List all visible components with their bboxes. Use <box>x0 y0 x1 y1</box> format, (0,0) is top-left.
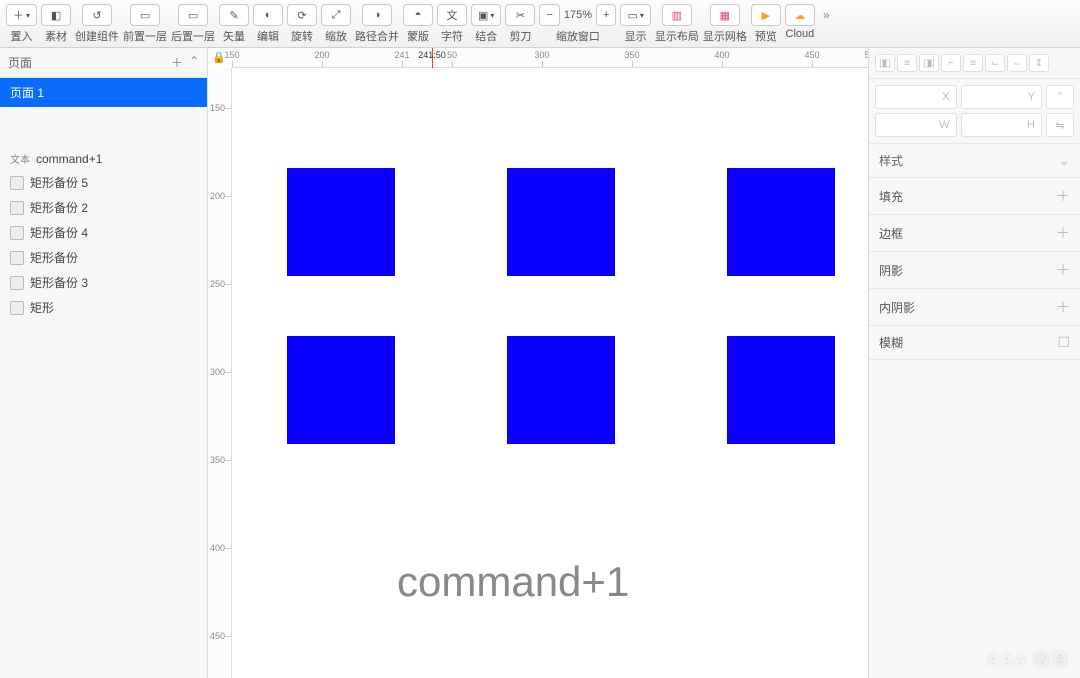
inner-shadow-section[interactable]: 内阴影＋ <box>869 289 1080 326</box>
add-inner-shadow-icon[interactable]: ＋ <box>1056 297 1070 317</box>
canvas[interactable]: 🔒 241:50 15020024150300350400450500 1502… <box>208 48 868 678</box>
angle-input[interactable]: ° <box>1046 85 1074 109</box>
scissors-button[interactable]: ✂ <box>505 4 535 26</box>
align-center-h-button[interactable]: ≡ <box>897 54 917 72</box>
rect-3[interactable] <box>727 168 835 276</box>
shape-icon <box>10 201 24 215</box>
insert-button[interactable]: ＋▾ <box>6 4 37 26</box>
text-button[interactable]: 文 <box>437 4 467 26</box>
rect-6[interactable] <box>727 336 835 444</box>
right-panel: |◧ ≡ ◨| ⌐ ≡ ⌙ ⇔ ⇕ X Y ° W H ⇋ 样式⌄ 填充＋ 边框… <box>868 48 1080 678</box>
distribute-h-button[interactable]: ⇔ <box>1007 54 1027 72</box>
rotate-button[interactable]: ⟳ <box>287 4 317 26</box>
rect-1[interactable] <box>287 168 395 276</box>
edit-button[interactable]: ◐ <box>253 4 283 26</box>
toolbar: ＋▾置入 ◧素材 ↺创建组件 ▭前置一层 ▭后置一层 ✎矢量 ◐编辑 ⟳旋转 ⤢… <box>0 0 1080 48</box>
layer-text[interactable]: 文本command+1 <box>0 147 207 170</box>
add-shadow-icon[interactable]: ＋ <box>1056 260 1070 280</box>
blur-toggle[interactable]: ☐ <box>1057 334 1070 351</box>
left-panel: 页面 ＋ ⌃ 页面 1 文本command+1 矩形备份 5 矩形备份 2 矩形… <box>0 48 208 678</box>
rect-4[interactable] <box>287 336 395 444</box>
add-page-icon[interactable]: ＋ <box>171 54 183 71</box>
path-combine-button[interactable]: ◑ <box>362 4 392 26</box>
align-top-button[interactable]: ⌐ <box>941 54 961 72</box>
mask-button[interactable]: ◓ <box>403 4 433 26</box>
blur-section[interactable]: 模糊☐ <box>869 326 1080 360</box>
layer-rect-copy-5[interactable]: 矩形备份 5 <box>0 170 207 195</box>
layer-rect-copy[interactable]: 矩形备份 <box>0 245 207 270</box>
assets-button[interactable]: ◧ <box>41 4 71 26</box>
create-symbol-button[interactable]: ↺ <box>82 4 112 26</box>
pages-label: 页面 <box>8 54 32 71</box>
fill-section[interactable]: 填充＋ <box>869 178 1080 215</box>
zoom-out-button[interactable]: − <box>539 4 559 26</box>
display-button[interactable]: ▭▾ <box>620 4 650 26</box>
canvas-text[interactable]: command+1 <box>397 558 629 606</box>
h-input[interactable]: H <box>961 113 1043 137</box>
page-item-1[interactable]: 页面 1 <box>0 78 207 107</box>
show-grid-button[interactable]: ▦ <box>710 4 740 26</box>
chevron-down-icon[interactable]: ⌄ <box>1058 152 1070 169</box>
shape-icon <box>10 251 24 265</box>
y-input[interactable]: Y <box>961 85 1043 109</box>
toolbar-overflow-icon[interactable]: » <box>819 4 834 26</box>
flip-button[interactable]: ⇋ <box>1046 113 1074 137</box>
zoom-in-button[interactable]: + <box>596 4 616 26</box>
artboard[interactable]: command+1 <box>232 68 868 678</box>
rect-2[interactable] <box>507 168 615 276</box>
scale-button[interactable]: ⤢ <box>321 4 351 26</box>
rect-5[interactable] <box>507 336 615 444</box>
shape-icon <box>10 276 24 290</box>
collapse-pages-icon[interactable]: ⌃ <box>189 54 199 71</box>
x-input[interactable]: X <box>875 85 957 109</box>
send-backward-button[interactable]: ▭ <box>178 4 208 26</box>
border-section[interactable]: 边框＋ <box>869 215 1080 252</box>
align-center-v-button[interactable]: ≡ <box>963 54 983 72</box>
add-fill-icon[interactable]: ＋ <box>1056 186 1070 206</box>
layer-rect[interactable]: 矩形 <box>0 295 207 320</box>
align-row: |◧ ≡ ◨| ⌐ ≡ ⌙ ⇔ ⇕ <box>869 48 1080 79</box>
layer-rect-copy-2[interactable]: 矩形备份 2 <box>0 195 207 220</box>
shape-icon <box>10 226 24 240</box>
layer-rect-copy-3[interactable]: 矩形备份 3 <box>0 270 207 295</box>
combine-button[interactable]: ▣▾ <box>471 4 501 26</box>
w-input[interactable]: W <box>875 113 957 137</box>
watermark: AAA 教育 <box>987 646 1070 670</box>
layer-rect-copy-4[interactable]: 矩形备份 4 <box>0 220 207 245</box>
shadow-section[interactable]: 阴影＋ <box>869 252 1080 289</box>
align-left-button[interactable]: |◧ <box>875 54 895 72</box>
bring-forward-button[interactable]: ▭ <box>130 4 160 26</box>
align-bottom-button[interactable]: ⌙ <box>985 54 1005 72</box>
ruler-left: 150200250300350400450500 <box>208 68 232 678</box>
align-right-button[interactable]: ◨| <box>919 54 939 72</box>
ruler-top: 241:50 15020024150300350400450500 <box>232 48 868 68</box>
shape-icon <box>10 176 24 190</box>
zoom-value: 175% <box>560 9 596 21</box>
add-border-icon[interactable]: ＋ <box>1056 223 1070 243</box>
guide-coord: 241:50 <box>418 50 446 60</box>
cloud-button[interactable]: ☁ <box>785 4 815 26</box>
insert-label: 置入 <box>11 28 33 44</box>
preview-button[interactable]: ▶ <box>751 4 781 26</box>
shape-icon <box>10 301 24 315</box>
show-layout-button[interactable]: ▥ <box>662 4 692 26</box>
distribute-v-button[interactable]: ⇕ <box>1029 54 1049 72</box>
style-section[interactable]: 样式⌄ <box>869 144 1080 178</box>
vector-button[interactable]: ✎ <box>219 4 249 26</box>
